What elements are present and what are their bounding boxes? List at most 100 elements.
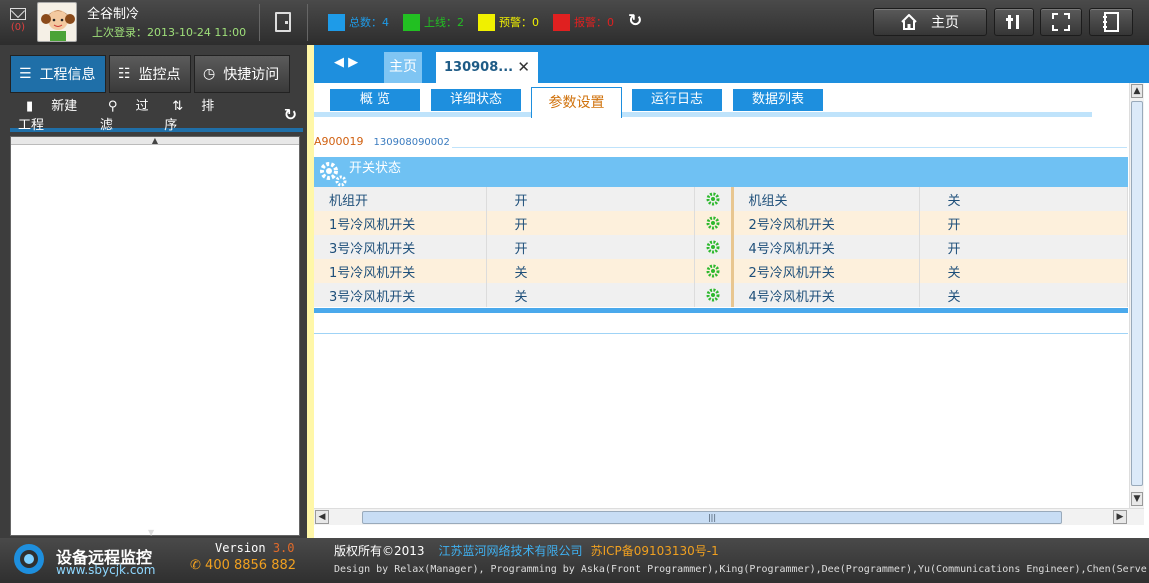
fullscreen-button[interactable] [1040,8,1082,36]
refresh-icon[interactable]: ↻ [628,12,646,30]
main-content: ◀ ▶ 主页 130908... ✕ 概 览 详细状态 参数设置 运行日志 数据… [307,45,1149,538]
switch-toggle[interactable] [694,259,734,283]
tab-project[interactable]: 130908... ✕ [436,52,538,83]
horizontal-scrollbar[interactable]: ◀ ||| ▶ [314,508,1144,525]
close-icon[interactable]: ✕ [517,52,530,83]
stat-online-label: 上线：2 [424,16,464,29]
tab-home[interactable]: 主页 [384,52,422,83]
scrollbar-thumb[interactable] [1131,101,1143,486]
scroll-down-icon[interactable]: ▼ [1131,492,1143,506]
sidebar: ☰ 工程信息 ☷ 监控点 ◷ 快捷访问 ▮ 新建工程 ⚲ 过滤 ⇅ 排序 ↻ ▲… [0,45,307,538]
table-row: 3号冷风机开关开 4号冷风机开关开 [314,235,1128,259]
splitter[interactable] [307,45,314,538]
stat-alarm-label: 报警：0 [574,16,614,29]
tab-project-info[interactable]: ☰ 工程信息 [10,55,106,93]
project-list[interactable]: ▲ [10,136,300,536]
mail-button[interactable]: (0) [8,8,28,40]
switch-name: 3号冷风机开关 [314,283,487,307]
version-number: 3.0 [272,541,295,555]
switch-name: 4号冷风机开关 [732,283,920,307]
icp-number: 苏ICP备09103130号-1 [590,544,719,558]
switch-value: 开 [486,187,695,211]
subtab-overview[interactable]: 概 览 [330,89,420,111]
table-row: 3号冷风机开关关 4号冷风机开关关 [314,283,1128,307]
phone-number: 400 8856 882 [205,558,297,573]
switch-value: 关 [486,283,695,307]
tab-nav-arrows-icon[interactable]: ◀ ▶ [334,55,358,70]
divider [314,333,1128,334]
tab-monitor-points[interactable]: ☷ 监控点 [109,55,191,93]
device-id: 130908090002 [373,137,450,148]
notebook-button[interactable] [1089,8,1133,36]
home-icon [901,14,917,30]
stat-total-label: 总数：4 [349,16,389,29]
subtab-detail-status[interactable]: 详细状态 [431,89,521,111]
phone: ✆ 400 8856 882 [190,558,296,573]
scroll-right-icon[interactable]: ▶ [1113,510,1127,524]
gear-icon [706,288,720,303]
table-row: 1号冷风机开关关 2号冷风机开关关 [314,259,1128,283]
tab-label: 快捷访问 [223,67,280,83]
switch-name: 4号冷风机开关 [732,235,920,259]
switch-toggle[interactable] [694,211,734,235]
tab-project-label: 130908... [444,60,514,75]
gear-icon [706,240,720,255]
footer: 设备远程监控 www.sbycjk.com Version 3.0 ✆ 400 … [0,538,1149,583]
new-file-icon: ▮ [26,99,34,114]
brand-url[interactable]: www.sbycjk.com [56,563,155,577]
switch-name: 3号冷风机开关 [314,235,487,259]
stat-alarm-swatch [553,13,570,31]
logout-door-icon[interactable] [275,12,291,32]
tab-label: 监控点 [138,67,181,83]
scroll-up-icon[interactable]: ▲ [11,137,299,145]
switch-value: 开 [486,235,695,259]
clock-icon: ◷ [203,66,216,82]
user-name: 全谷制冷 [87,7,140,22]
stat-warning-label: 预警：0 [499,16,539,29]
stat-online: 上线：2 [403,13,464,31]
tab-quick-access[interactable]: ◷ 快捷访问 [194,55,290,93]
switch-value: 关 [919,283,1128,307]
gear-icon [706,216,720,231]
company-name: 江苏蓝河网络技术有限公司 [438,544,583,558]
scroll-up-icon[interactable]: ▲ [1131,84,1143,98]
switch-name: 机组关 [732,187,920,211]
sort-button[interactable]: ⇅ 排序 [164,95,215,133]
avatar [37,2,77,42]
brand-logo-icon [14,544,44,574]
bullet-list-icon: ☷ [118,66,131,82]
notebook-icon [1103,12,1119,32]
switch-toggle[interactable] [694,187,734,211]
divider [307,4,308,41]
panel-title: 开关状态 [349,161,402,176]
vertical-scrollbar[interactable]: ▲ ▼ [1129,83,1144,508]
subtab-run-log[interactable]: 运行日志 [632,89,722,111]
scroll-left-icon[interactable]: ◀ [315,510,329,524]
scrollbar-thumb[interactable]: ||| [362,511,1062,524]
gears-icon [320,162,347,187]
refresh-icon[interactable]: ↻ [284,105,297,124]
stat-total: 总数：4 [328,13,389,31]
home-button-label: 主页 [931,15,959,31]
device-code: A900019 [314,135,364,148]
phone-icon: ✆ [190,558,201,573]
switch-toggle[interactable] [694,283,734,307]
stat-alarm: 报警：0 [553,13,614,31]
subtab-data-list[interactable]: 数据列表 [733,89,823,111]
scroll-down-icon[interactable]: ▼ [148,528,154,537]
switch-value: 关 [486,259,695,283]
tools-icon [1006,15,1019,29]
home-button[interactable]: 主页 [873,8,987,36]
new-project-button[interactable]: ▮ 新建工程 [18,95,86,133]
filter-button[interactable]: ⚲ 过滤 [100,95,150,133]
switch-value: 关 [919,259,1128,283]
switch-value: 开 [919,235,1128,259]
subtab-parameter-settings[interactable]: 参数设置 [531,87,622,118]
design-credits: Design by Relax(Manager), Programming by… [334,564,1147,575]
fullscreen-icon [1052,13,1070,31]
version: Version 3.0 [215,541,295,555]
switch-name: 1号冷风机开关 [314,211,487,235]
tools-button[interactable] [994,8,1034,36]
switch-toggle[interactable] [694,235,734,259]
copyright-text: 版权所有©2013 [334,544,425,558]
